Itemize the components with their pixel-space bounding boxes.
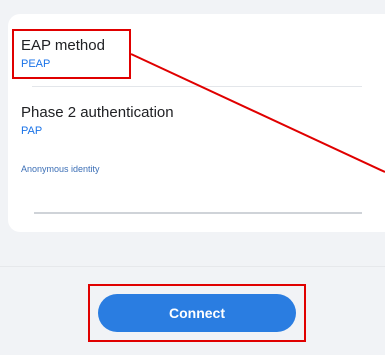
eap-method-title[interactable]: EAP method [21,37,105,54]
anonymous-identity-input[interactable] [34,212,362,214]
anonymous-identity-label: Anonymous identity [21,164,100,174]
separator [32,86,362,87]
phase2-auth-value[interactable]: PAP [21,125,42,137]
top-strip [8,0,385,12]
connect-button[interactable]: Connect [98,294,296,332]
phase2-auth-title[interactable]: Phase 2 authentication [21,104,174,121]
divider [0,266,385,267]
eap-method-value[interactable]: PEAP [21,58,50,70]
